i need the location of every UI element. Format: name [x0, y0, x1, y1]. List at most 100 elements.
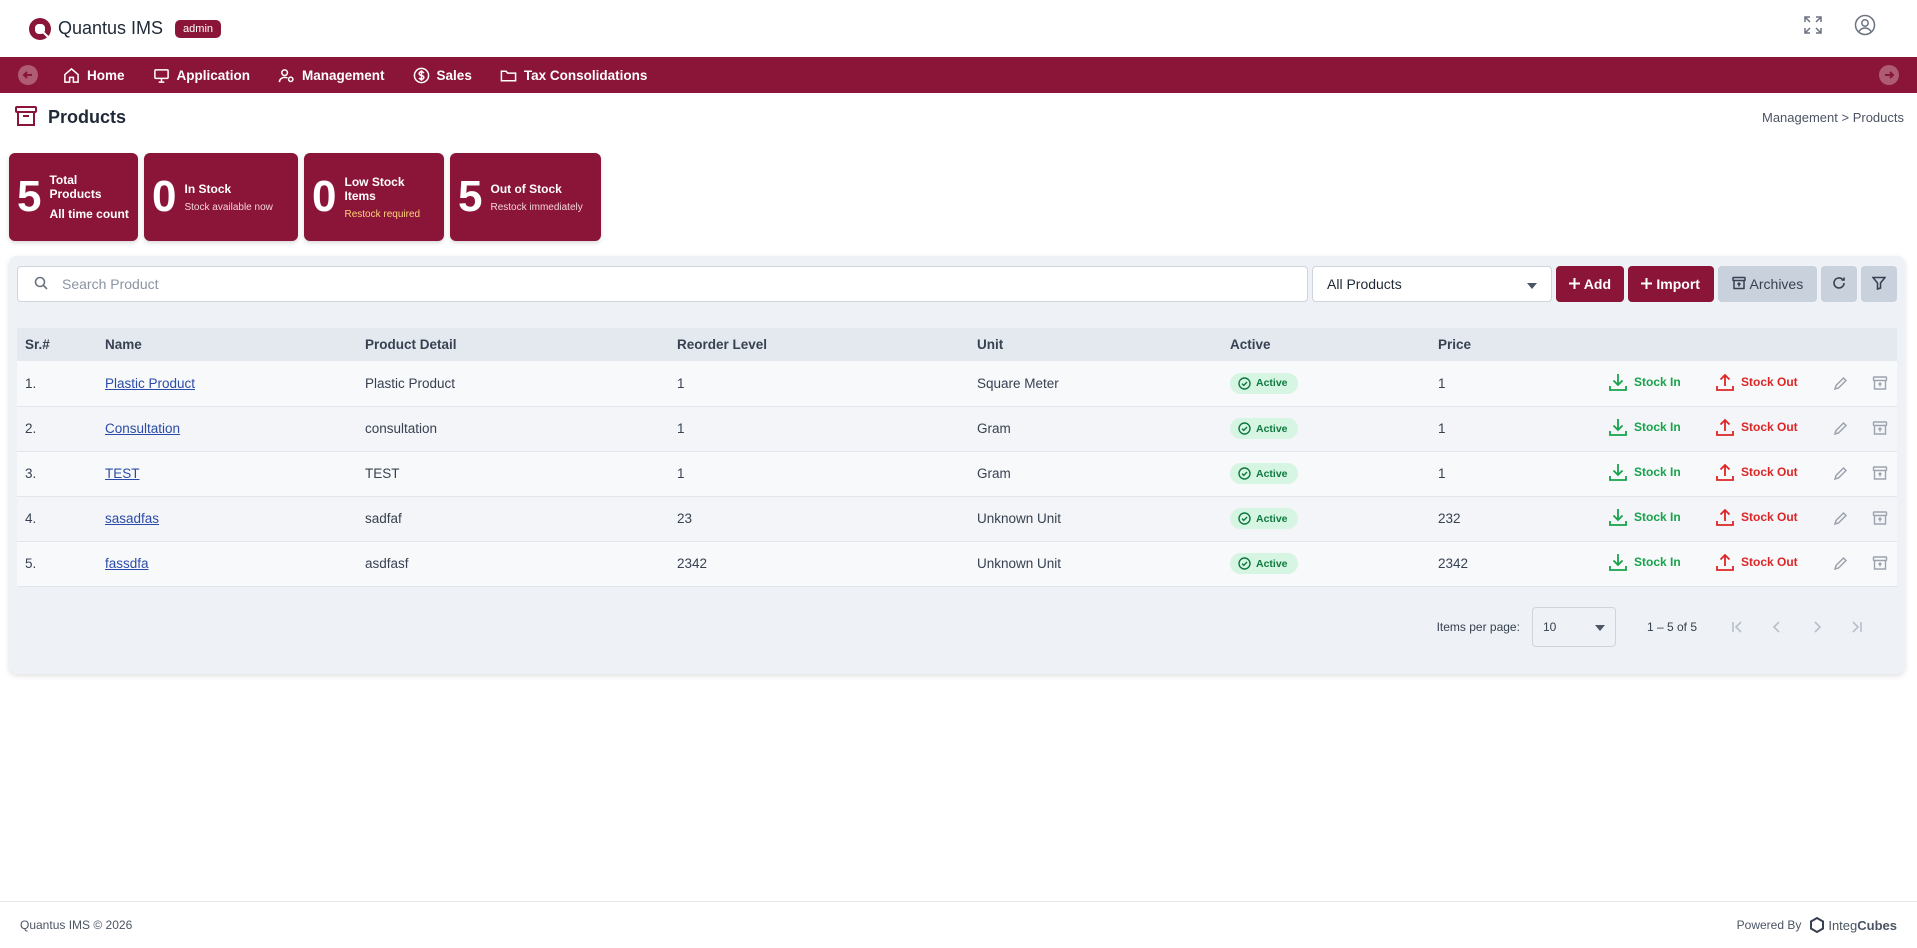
- nav-item-tax-consolidations[interactable]: Tax Consolidations: [500, 67, 647, 84]
- powered-by: Powered By Integ Cubes: [1737, 917, 1897, 933]
- powered-by-label: Powered By: [1736, 918, 1802, 932]
- stock-out-button[interactable]: Stock Out: [1715, 507, 1798, 527]
- table-row: 3. TEST TEST 1 Gram Active 1 Stock In Stock Out: [17, 451, 1897, 496]
- stock-out-label: Stock Out: [1741, 374, 1798, 389]
- col-header[interactable]: Reorder Level: [669, 328, 969, 361]
- product-name-link[interactable]: Plastic Product: [105, 376, 195, 391]
- stock-in-button[interactable]: Stock In: [1608, 552, 1681, 572]
- col-header[interactable]: Price: [1430, 328, 1600, 361]
- user-account-icon[interactable]: [1853, 13, 1877, 37]
- archive-row-icon[interactable]: [1870, 418, 1890, 438]
- dollar-icon: [413, 67, 429, 83]
- nav-item-home[interactable]: Home: [63, 67, 125, 84]
- role-badge: admin: [175, 19, 222, 38]
- edit-pencil-icon[interactable]: [1830, 553, 1850, 573]
- archive-row-icon[interactable]: [1870, 463, 1890, 483]
- archive-icon: [1731, 276, 1746, 293]
- product-name-link[interactable]: Consultation: [105, 421, 180, 436]
- folder-icon: [500, 69, 517, 81]
- stock-out-button[interactable]: Stock Out: [1715, 372, 1798, 392]
- nav-label: Management: [302, 67, 385, 83]
- nav-item-management[interactable]: Management: [278, 67, 385, 84]
- col-header[interactable]: Name: [97, 328, 357, 361]
- nav-item-application[interactable]: Application: [153, 67, 250, 84]
- archives-button[interactable]: Archives: [1717, 266, 1818, 302]
- edit-pencil-icon[interactable]: [1830, 418, 1850, 438]
- items-per-page-select[interactable]: 10: [1531, 607, 1616, 647]
- active-status-badge: Active: [1230, 508, 1298, 529]
- stat-card-low-stock: 0 Low Stock Items Restock required: [304, 153, 444, 241]
- edit-pencil-icon[interactable]: [1830, 463, 1850, 483]
- stock-in-label: Stock In: [1634, 465, 1681, 479]
- archive-row-icon[interactable]: [1870, 508, 1890, 528]
- previous-page-button[interactable]: [1757, 607, 1797, 647]
- search-input[interactable]: [62, 276, 1262, 292]
- chevron-down-icon: [1594, 620, 1605, 634]
- add-product-button[interactable]: Add: [1556, 266, 1624, 302]
- archive-box-icon: [14, 104, 38, 131]
- refresh-button[interactable]: [1821, 266, 1858, 302]
- nav-scroll-right-button[interactable]: [1879, 65, 1899, 85]
- page-size-value: 10: [1542, 620, 1557, 634]
- stock-in-button[interactable]: Stock In: [1608, 507, 1681, 527]
- cell-product-detail: Plastic Product: [365, 375, 456, 391]
- nav-item-sales[interactable]: Sales: [413, 67, 472, 84]
- next-page-button[interactable]: [1797, 607, 1837, 647]
- stock-in-label: Stock In: [1634, 420, 1681, 434]
- nav-scroll-left-button[interactable]: [18, 65, 38, 85]
- cell-price: 1: [1438, 375, 1446, 391]
- last-page-button[interactable]: [1837, 607, 1877, 647]
- stat-sub: All time count: [49, 207, 129, 221]
- col-header[interactable]: Product Detail: [357, 328, 669, 361]
- upload-icon: [1716, 553, 1734, 571]
- archive-row-icon[interactable]: [1870, 373, 1890, 393]
- col-header-actions: [1707, 328, 1822, 361]
- cell-product-detail: consultation: [365, 421, 438, 436]
- upload-icon: [1716, 508, 1734, 526]
- download-icon: [1609, 373, 1627, 391]
- edit-pencil-icon[interactable]: [1830, 373, 1850, 393]
- product-filter-select[interactable]: All Products: [1312, 266, 1552, 302]
- col-header[interactable]: Unit: [969, 328, 1222, 361]
- col-header[interactable]: Sr.#: [17, 328, 97, 361]
- first-page-button[interactable]: [1717, 607, 1757, 647]
- stock-in-button[interactable]: Stock In: [1608, 462, 1681, 482]
- status-label: Active: [1256, 467, 1288, 480]
- search-box[interactable]: [17, 266, 1308, 302]
- cell-reorder-level: 2342: [677, 556, 708, 571]
- brand-part-a: Integ: [1828, 917, 1858, 933]
- col-header[interactable]: Active: [1222, 328, 1430, 361]
- download-icon: [1609, 554, 1627, 571]
- cell-unit: Unknown Unit: [977, 511, 1062, 526]
- archive-row-icon[interactable]: [1870, 553, 1890, 573]
- table-row: 1. Plastic Product Plastic Product 1 Square …: [17, 361, 1897, 406]
- filter-button[interactable]: [1861, 266, 1897, 302]
- integcubes-logo[interactable]: Integ Cubes: [1809, 917, 1897, 933]
- product-name-link[interactable]: fassdfa: [105, 556, 149, 571]
- edit-pencil-icon[interactable]: [1830, 508, 1850, 528]
- check-circle-icon: [1238, 467, 1251, 480]
- home-icon: [64, 67, 79, 83]
- stock-in-button[interactable]: Stock In: [1608, 372, 1681, 392]
- cell-unit: Square Meter: [977, 375, 1059, 391]
- chevron-down-icon: [1527, 276, 1537, 292]
- stat-label: Out of Stock: [490, 181, 562, 196]
- stock-in-button[interactable]: Stock In: [1608, 417, 1681, 437]
- upload-icon: [1716, 418, 1734, 436]
- fullscreen-icon[interactable]: [1801, 13, 1825, 37]
- paginator: Items per page: 10 1 – 5 of 5: [1437, 607, 1877, 647]
- page-header: Products: [14, 104, 126, 131]
- product-name-link[interactable]: TEST: [105, 466, 140, 481]
- plus-icon: [1641, 276, 1653, 292]
- status-label: Active: [1256, 512, 1288, 525]
- stock-out-button[interactable]: Stock Out: [1715, 462, 1798, 482]
- cell-sr: 2.: [25, 421, 37, 436]
- cell-unit: Gram: [977, 466, 1011, 481]
- stat-sub: Restock required: [344, 208, 421, 220]
- app-logo[interactable]: Quantus IMS admin: [28, 17, 222, 41]
- stock-out-label: Stock Out: [1741, 420, 1798, 434]
- stock-out-button[interactable]: Stock Out: [1715, 417, 1798, 437]
- product-name-link[interactable]: sasadfas: [105, 511, 159, 526]
- import-button[interactable]: Import: [1627, 266, 1714, 302]
- stock-out-button[interactable]: Stock Out: [1715, 552, 1798, 572]
